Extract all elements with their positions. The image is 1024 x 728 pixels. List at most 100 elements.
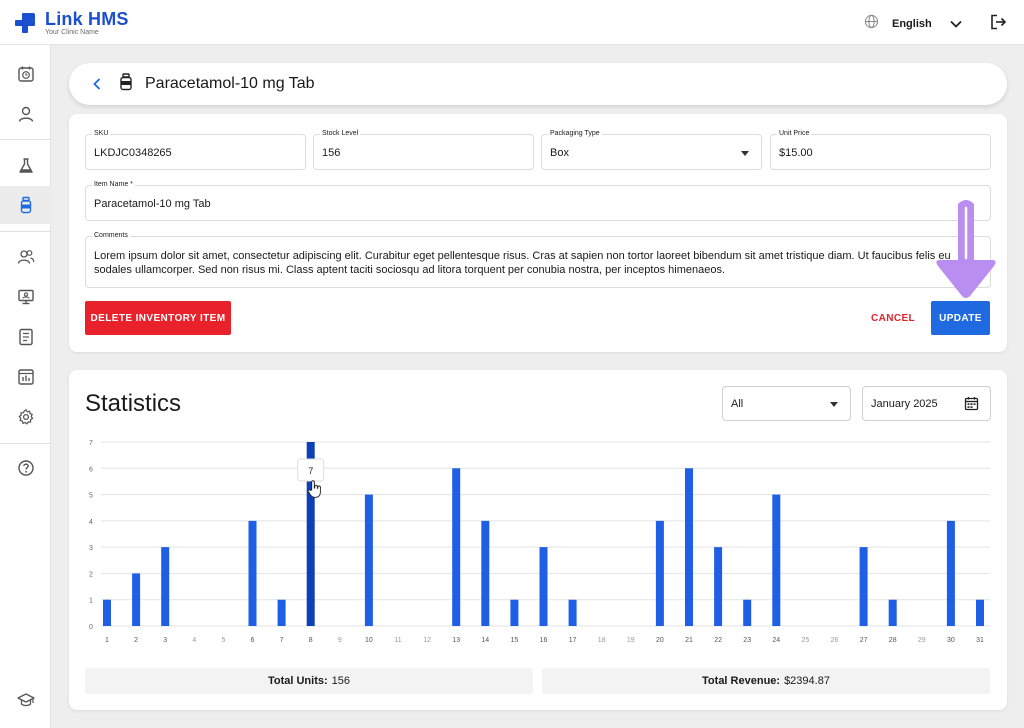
sidebar-item-records[interactable]: [0, 318, 51, 356]
packaging-type-value: Box: [550, 147, 569, 159]
x-tick-label: 19: [627, 637, 635, 644]
stock-level-label: Stock Level: [320, 130, 361, 137]
x-tick-label: 20: [656, 637, 664, 644]
x-tick-label: 16: [540, 637, 548, 644]
chevron-left-icon: [93, 78, 101, 90]
sidebar-item-profile[interactable]: [0, 95, 51, 133]
stock-level-field[interactable]: Stock Level 156: [313, 130, 534, 170]
top-bar: Link HMS Your Clinic Name English: [0, 0, 1024, 45]
x-tick-label: 26: [831, 637, 839, 644]
x-tick-label: 3: [163, 637, 167, 644]
unit-price-value: $15.00: [779, 147, 813, 159]
bar-day-10[interactable]: [364, 494, 373, 626]
unit-price-field[interactable]: Unit Price $15.00: [770, 130, 991, 170]
bar-day-22[interactable]: [714, 547, 723, 626]
report-icon: [18, 328, 33, 346]
x-tick-label: 7: [280, 637, 284, 644]
bar-day-13[interactable]: [452, 468, 461, 626]
x-tick-label: 15: [511, 637, 519, 644]
sidebar-item-help[interactable]: [0, 449, 51, 487]
sidebar-item-learning[interactable]: [0, 681, 51, 719]
bar-day-15[interactable]: [510, 599, 519, 626]
bar-day-6[interactable]: [248, 520, 257, 626]
person-icon: [18, 106, 33, 122]
bar-day-21[interactable]: [685, 468, 693, 626]
page-title: Paracetamol-10 mg Tab: [145, 75, 315, 92]
x-tick-label: 8: [309, 637, 313, 644]
x-tick-label: 9: [338, 637, 342, 644]
bar-day-2[interactable]: [132, 573, 141, 626]
app-logo[interactable]: Link HMS Your Clinic Name: [15, 10, 129, 36]
bar-tooltip: 7: [297, 458, 325, 482]
bar-day-14[interactable]: [481, 520, 490, 626]
item-name-value: Paracetamol-10 mg Tab: [94, 198, 211, 210]
bar-day-7[interactable]: [277, 599, 286, 626]
comments-value: Lorem ipsum dolor sit amet, consectetur …: [94, 250, 951, 276]
globe-icon: [864, 14, 879, 34]
x-tick-label: 2: [134, 637, 138, 644]
x-tick-label: 24: [772, 637, 780, 644]
gear-icon: [18, 409, 33, 425]
sidebar-item-settings[interactable]: [0, 398, 51, 436]
dropdown-caret-icon: [741, 151, 749, 156]
back-button[interactable]: [87, 74, 107, 94]
x-tick-label: 22: [714, 637, 722, 644]
sidebar-item-patients[interactable]: [0, 238, 51, 276]
bar-day-31[interactable]: [976, 599, 984, 626]
sku-field[interactable]: SKU LKDJC0348265: [85, 130, 306, 170]
bar-day-30[interactable]: [946, 520, 955, 626]
x-tick-label: 11: [394, 637, 401, 644]
chevron-down-icon: [950, 15, 962, 33]
sidebar-item-inventory[interactable]: [0, 186, 51, 224]
bar-day-24[interactable]: [772, 494, 781, 626]
y-tick-label: 7: [89, 440, 93, 447]
bar-day-20[interactable]: [655, 520, 664, 626]
cancel-button[interactable]: CANCEL: [866, 301, 920, 335]
y-tick-label: 3: [89, 545, 93, 552]
bar-day-1[interactable]: [103, 599, 111, 626]
packaging-type-label: Packaging Type: [548, 130, 602, 137]
comments-field[interactable]: Comments Lorem ipsum dolor sit amet, con…: [85, 232, 991, 288]
x-tick-label: 30: [947, 637, 955, 644]
x-tick-label: 5: [221, 637, 225, 644]
item-name-field[interactable]: Item Name * Paracetamol-10 mg Tab: [85, 181, 991, 221]
bar-day-17[interactable]: [568, 599, 577, 626]
x-tick-label: 27: [860, 637, 868, 644]
y-tick-label: 1: [89, 598, 93, 605]
total-units-value: 156: [331, 675, 351, 687]
unit-price-label: Unit Price: [777, 130, 812, 137]
y-tick-label: 2: [89, 571, 93, 578]
x-tick-label: 28: [889, 637, 897, 644]
y-tick-label: 0: [89, 624, 93, 631]
language-label: English: [892, 18, 932, 30]
app-name: Link HMS: [45, 9, 129, 29]
sidebar-item-analytics[interactable]: [0, 358, 51, 396]
sidebar-item-appointments[interactable]: [0, 55, 51, 93]
x-tick-label: 18: [598, 637, 606, 644]
language-selector[interactable]: English: [864, 14, 962, 34]
packaging-type-select[interactable]: Packaging Type Box: [541, 130, 762, 170]
bar-day-27[interactable]: [859, 547, 868, 626]
logout-icon[interactable]: [990, 14, 1007, 35]
bar-day-16[interactable]: [539, 547, 548, 626]
total-revenue: Total Revenue: $2394.87: [542, 668, 990, 694]
bar-day-28[interactable]: [888, 599, 897, 626]
bar-day-3[interactable]: [161, 547, 170, 626]
x-tick-label: 14: [481, 637, 489, 644]
tooltip-value: 7: [308, 466, 313, 476]
delete-inventory-item-button[interactable]: DELETE INVENTORY ITEM: [85, 301, 231, 335]
logo-cross-icon: [15, 13, 35, 33]
x-tick-label: 21: [685, 637, 693, 644]
x-tick-label: 6: [251, 637, 255, 644]
monitor-icon: [17, 289, 34, 305]
bar-day-23[interactable]: [743, 599, 752, 626]
stock-level-value: 156: [322, 147, 341, 159]
sidebar-item-telehealth[interactable]: [0, 278, 51, 316]
sku-value: LKDJC0348265: [94, 147, 172, 159]
update-button[interactable]: UPDATE: [931, 301, 990, 335]
sidebar-item-lab[interactable]: [0, 147, 51, 185]
x-tick-label: 23: [743, 637, 751, 644]
pointer-arrow-icon: [936, 200, 996, 298]
x-tick-label: 29: [918, 637, 926, 644]
total-units: Total Units: 156: [85, 668, 533, 694]
